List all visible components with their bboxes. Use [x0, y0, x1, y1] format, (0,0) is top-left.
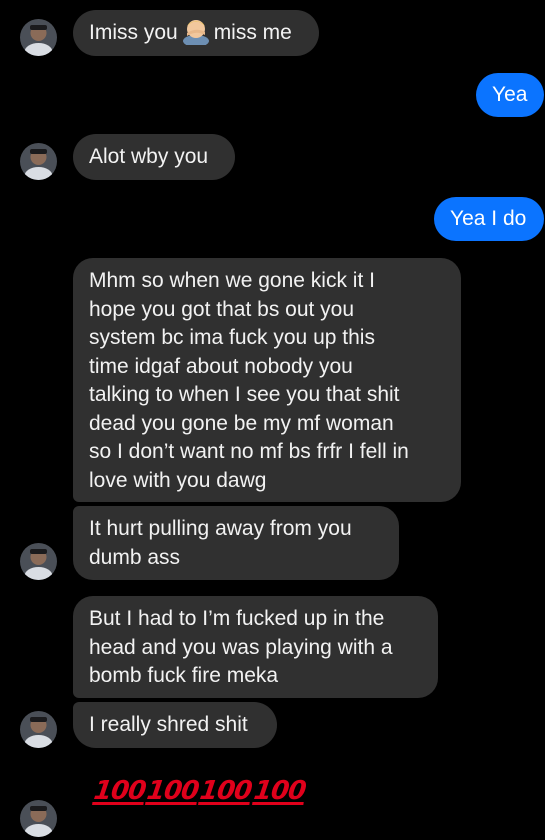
message-bubble[interactable]: I really shred shit — [73, 702, 277, 748]
message-text: miss me — [213, 21, 292, 44]
message-line: love with you dawg — [89, 468, 267, 492]
hundred-points-emoji: 100 — [144, 776, 201, 806]
message-bubble[interactable]: It hurt pulling away from you dumb ass — [73, 506, 399, 580]
message-text: I really shred shit — [89, 713, 248, 736]
message-line: so I don’t want no mf bs frfr I fell in — [89, 440, 409, 463]
message-bubble[interactable]: Imiss you miss me — [73, 10, 319, 56]
message-bubble[interactable]: Yea I do — [434, 197, 544, 241]
message-bubble[interactable]: Alot wby you — [73, 134, 235, 180]
message-line: talking to when I see you that shit — [89, 383, 400, 406]
man-facepalming-emoji — [182, 20, 209, 46]
message-line: dumb ass — [89, 545, 181, 569]
message-bubble[interactable]: Mhm so when we gone kick it I hope you g… — [73, 258, 461, 502]
contact-avatar[interactable] — [20, 143, 57, 180]
message-bubble[interactable]: But I had to I’m fucked up in the head a… — [73, 596, 438, 698]
message-text: Yea I do — [450, 207, 527, 230]
message-text: Yea — [492, 83, 528, 106]
message-line: hope you got that bs out you — [89, 297, 355, 321]
message-bubble[interactable]: Yea — [476, 73, 544, 117]
contact-avatar[interactable] — [20, 711, 57, 748]
message-text: Alot wby you — [89, 145, 209, 168]
contact-avatar[interactable] — [20, 543, 57, 580]
hundred-points-emoji: 100 — [251, 776, 308, 806]
hundred-points-emoji: 100 — [91, 776, 148, 806]
message-line: time idgaf about nobody you — [89, 354, 353, 378]
contact-avatar[interactable] — [20, 19, 57, 56]
message-line: It hurt pulling away from you — [89, 517, 352, 540]
message-text: Imiss you — [89, 21, 178, 44]
message-line: But I had to I’m fucked up in the — [89, 607, 385, 630]
contact-avatar[interactable] — [20, 800, 57, 837]
message-line: system bc ima fuck you up this — [89, 326, 375, 349]
message-line: head and you was playing with a — [89, 635, 393, 659]
message-line: bomb fuck fire meka — [89, 664, 279, 687]
message-line: Mhm so when we gone kick it I — [89, 269, 375, 292]
message-line: dead you gone be my mf woman — [89, 411, 394, 435]
hundred-points-emoji: 100 — [197, 776, 254, 806]
